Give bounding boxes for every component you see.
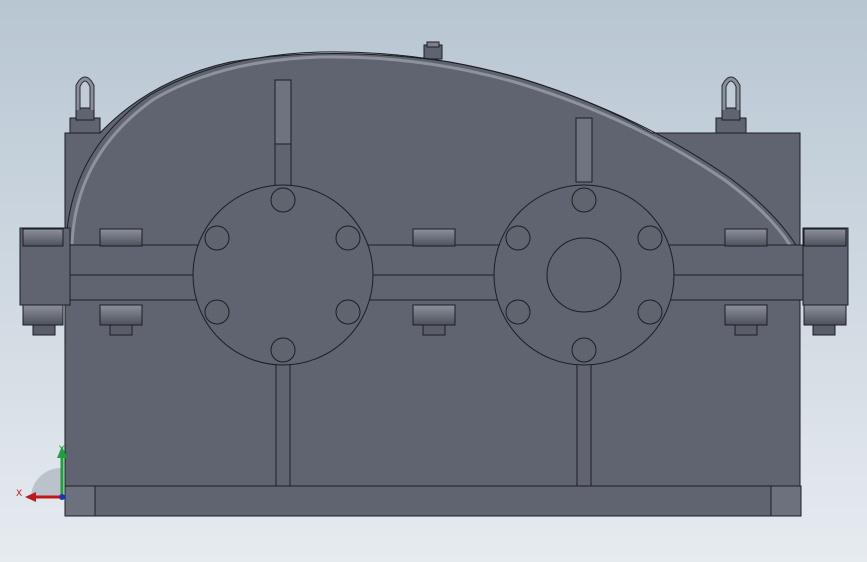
- breather-plug[interactable]: [423, 41, 443, 60]
- output-shaft-bore[interactable]: [546, 237, 622, 313]
- rib-upper-left: [274, 79, 292, 145]
- graphics-viewport[interactable]: Y X: [0, 0, 867, 562]
- triad-y-label: Y: [58, 445, 65, 455]
- rib-upper-right: [575, 117, 593, 183]
- gearbox-assembly[interactable]: [19, 41, 849, 517]
- triad-x-label: X: [16, 489, 22, 499]
- base-plate[interactable]: [64, 485, 802, 517]
- rib-lower-right: [576, 361, 592, 487]
- split-flange[interactable]: [19, 244, 846, 301]
- gearbox-model-view[interactable]: Y X: [0, 0, 867, 562]
- rib-lower-left: [275, 361, 291, 487]
- triad-z-axis: [59, 494, 65, 500]
